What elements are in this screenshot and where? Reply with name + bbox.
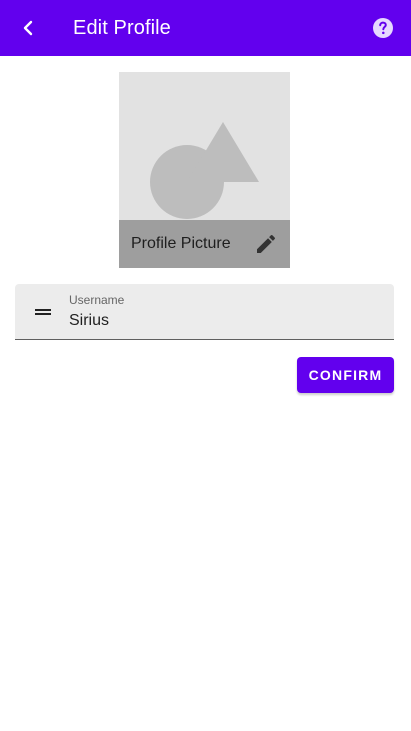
help-circle-icon[interactable] (371, 16, 395, 40)
username-input[interactable] (69, 310, 379, 332)
username-field[interactable]: Username (15, 284, 394, 340)
profile-picture[interactable]: Profile Picture (119, 72, 290, 268)
drag-handle-icon (35, 309, 51, 315)
app-bar: Edit Profile (0, 0, 411, 56)
shapes-placeholder-icon (150, 122, 259, 219)
pencil-icon[interactable] (254, 232, 278, 256)
confirm-button[interactable]: CONFIRM (297, 357, 394, 393)
username-label: Username (69, 293, 125, 307)
profile-picture-caption: Profile Picture (119, 220, 290, 268)
page-title: Edit Profile (73, 17, 171, 39)
back-button[interactable] (14, 14, 42, 42)
profile-picture-label: Profile Picture (131, 235, 231, 252)
chevron-left-icon (23, 20, 33, 36)
